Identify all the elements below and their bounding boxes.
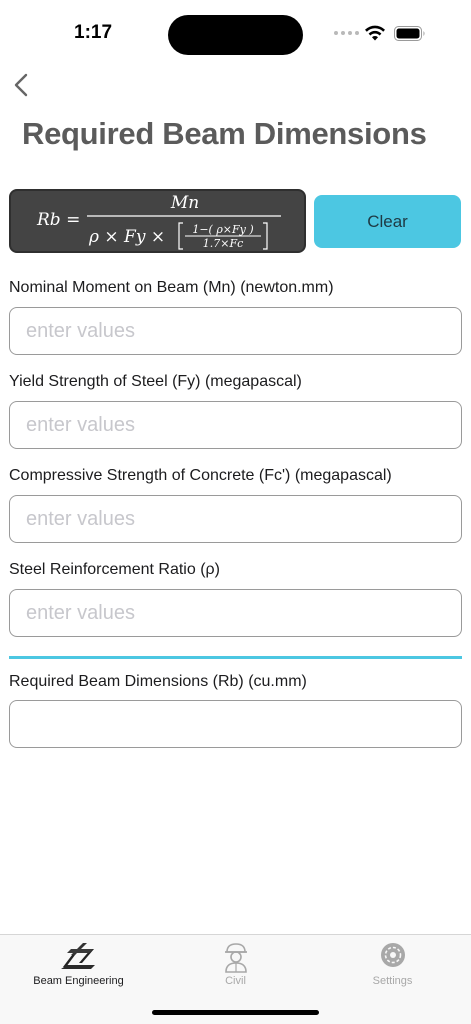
home-indicator xyxy=(152,1010,319,1015)
back-chevron-icon[interactable] xyxy=(10,70,34,100)
input-mn[interactable] xyxy=(9,307,462,355)
formula-denominator: ρ × Fy × xyxy=(88,227,165,247)
input-fc[interactable] xyxy=(9,495,462,543)
result-label: Required Beam Dimensions (Rb) (cu.mm) xyxy=(9,673,307,690)
battery-icon xyxy=(394,26,425,41)
tab-label-beam-engineering: Beam Engineering xyxy=(33,975,124,987)
input-fy[interactable] xyxy=(9,401,462,449)
field-label-mn: Nominal Moment on Beam (Mn) (newton.mm) xyxy=(9,279,334,296)
beam-icon xyxy=(60,943,95,969)
formula-numerator: Mn xyxy=(170,193,199,213)
gear-icon xyxy=(380,943,405,967)
status-time: 1:17 xyxy=(74,22,113,43)
field-label-fc: Compressive Strength of Concrete (Fc') (… xyxy=(9,467,392,484)
input-rho[interactable] xyxy=(9,589,462,637)
tab-settings[interactable]: Settings xyxy=(314,935,471,995)
result-field[interactable] xyxy=(9,700,462,748)
field-label-rho: Steel Reinforcement Ratio (ρ) xyxy=(9,561,220,578)
dynamic-island xyxy=(168,15,303,55)
page-title: Required Beam Dimensions xyxy=(22,116,427,151)
formula-display: Rb = Mn ρ × Fy × 1−( ρ×Fy ) 1.7×Fc xyxy=(9,189,306,253)
result-divider xyxy=(9,656,462,659)
cellular-signal-icon xyxy=(334,31,359,35)
tab-label-settings: Settings xyxy=(372,975,413,987)
formula-inner-denominator: 1.7×Fc xyxy=(203,237,244,250)
clear-button[interactable]: Clear xyxy=(314,195,461,248)
tab-beam-engineering[interactable]: Beam Engineering xyxy=(0,935,157,995)
tab-civil[interactable]: Civil xyxy=(157,935,314,995)
formula-inner-numerator: 1−( ρ×Fy ) xyxy=(192,223,253,236)
engineer-icon xyxy=(224,943,247,973)
wifi-icon xyxy=(365,25,385,41)
field-label-fy: Yield Strength of Steel (Fy) (megapascal… xyxy=(9,373,302,390)
tab-label-civil: Civil xyxy=(225,975,246,987)
status-bar: 1:17 xyxy=(0,0,471,60)
formula-lhs: Rb = xyxy=(36,210,80,230)
